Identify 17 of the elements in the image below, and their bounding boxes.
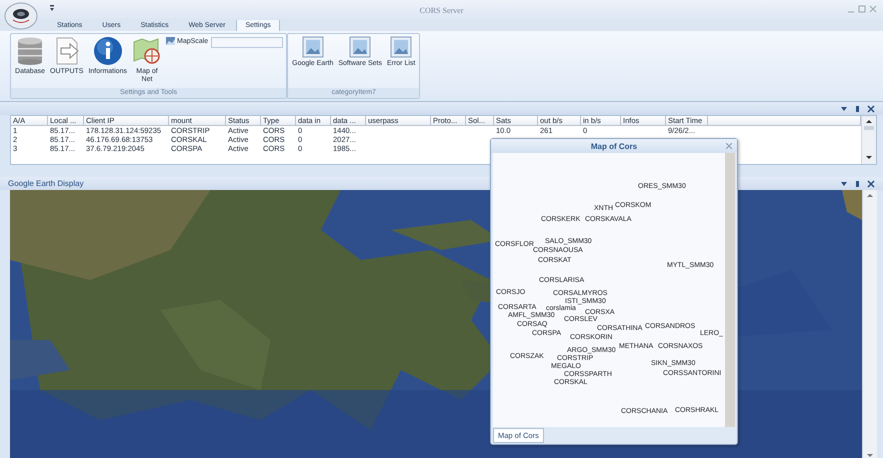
pane-controls-icon[interactable] — [841, 104, 875, 112]
image-icon — [166, 37, 175, 45]
quick-access-icon[interactable] — [49, 4, 55, 12]
window-title: CORS Server — [418, 6, 464, 14]
database-icon — [15, 36, 45, 66]
scrollbar[interactable] — [725, 153, 735, 427]
pane-controls-icon[interactable] — [841, 180, 875, 188]
scrollbar[interactable] — [862, 190, 877, 458]
mapscale-field[interactable] — [211, 37, 284, 48]
map-window-title: Map of Cors — [590, 142, 638, 150]
image-icon — [302, 36, 324, 58]
image-icon — [349, 36, 372, 58]
pane-title: Google Earth Display — [8, 179, 84, 188]
map-icon — [132, 36, 162, 66]
image-icon — [390, 36, 412, 58]
info-icon — [92, 36, 123, 66]
scrollbar[interactable] — [861, 116, 876, 164]
